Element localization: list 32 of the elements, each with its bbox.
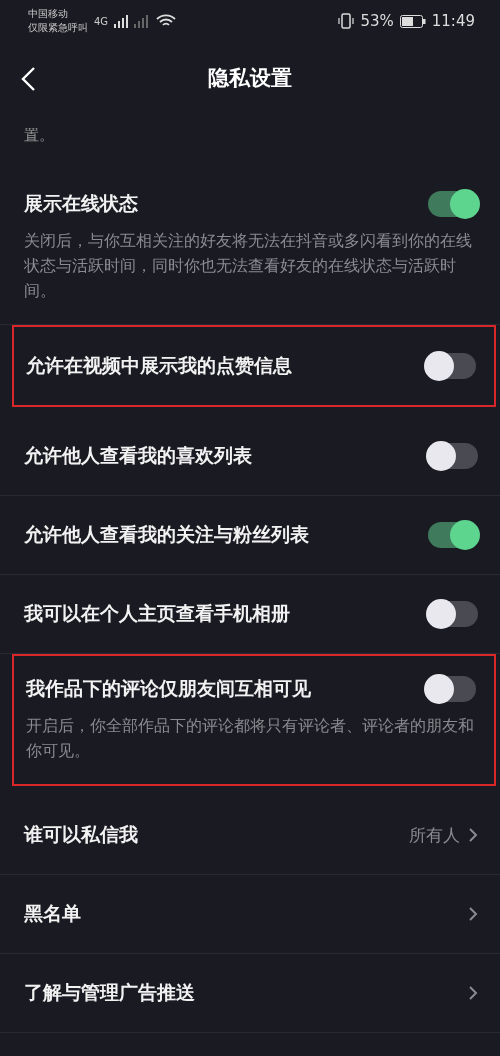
chevron-right-icon: [468, 827, 478, 843]
setting-description: 关闭后，与你互相关注的好友将无法在抖音或多闪看到你的在线状态与活跃时间，同时你也无法查看好友的在线状态与活跃时间。: [24, 231, 473, 302]
carrier-status: 仅限紧急呼叫: [28, 21, 88, 35]
battery-percent: 53%: [360, 12, 394, 30]
setting-label: 允许他人查看我的关注与粉丝列表: [24, 522, 309, 547]
setting-label[interactable]: 黑名单: [24, 901, 81, 927]
setting-label: 允许他人查看我的喜欢列表: [24, 443, 252, 468]
setting-label: 我可以在个人主页查看手机相册: [24, 601, 290, 626]
chevron-right-icon: [468, 906, 478, 922]
toggle-switch[interactable]: [428, 443, 478, 469]
carrier-name: 中国移动: [28, 7, 69, 21]
battery-icon: [399, 14, 426, 28]
setting-label[interactable]: 了解与管理广告推送: [24, 980, 195, 1006]
setting-value: 所有人: [409, 823, 460, 847]
page-title: 隐私设置: [208, 65, 292, 92]
setting-description: 置。: [24, 126, 54, 144]
vibrate-icon: [338, 13, 355, 29]
toggle-switch[interactable]: [426, 353, 476, 379]
clock-time: 11:49: [431, 12, 475, 30]
toggle-switch[interactable]: [428, 601, 478, 627]
setting-label: 展示在线状态: [24, 191, 138, 216]
signal-icon: [114, 14, 151, 28]
network-type: 4G: [94, 15, 109, 27]
setting-description: 开启后，你全部作品下的评论都将只有评论者、评论者的朋友和你可见。: [26, 716, 475, 762]
toggle-switch[interactable]: [426, 676, 476, 702]
wifi-icon: [156, 14, 177, 28]
setting-label: 允许在视频中展示我的点赞信息: [26, 353, 292, 378]
setting-label: 我作品下的评论仅朋友间互相可见: [26, 676, 311, 701]
chevron-right-icon: [468, 985, 478, 1001]
setting-label[interactable]: 谁可以私信我: [24, 822, 138, 848]
toggle-switch[interactable]: [428, 522, 478, 548]
toggle-switch[interactable]: [428, 191, 478, 217]
